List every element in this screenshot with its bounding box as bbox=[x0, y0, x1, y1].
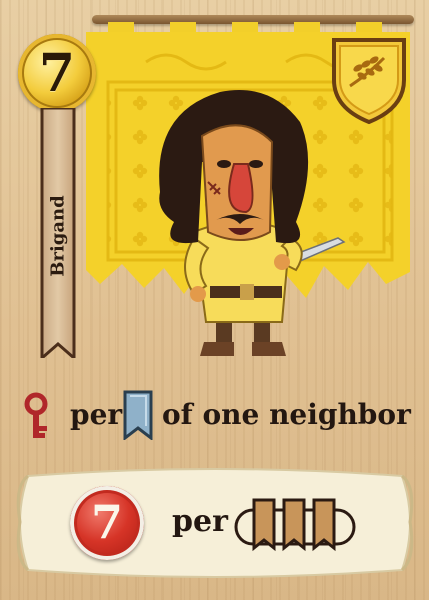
cost-value: 7 bbox=[38, 43, 76, 104]
three-brown-cards-icon bbox=[234, 498, 356, 552]
reward-per-text: per bbox=[172, 504, 228, 539]
red-seal-token-icon: 7 bbox=[70, 486, 144, 560]
gold-coin-icon: 7 bbox=[18, 34, 96, 112]
per-text: per bbox=[70, 398, 123, 431]
ability-row: per of one neighbor bbox=[22, 386, 422, 442]
brigand-character-illustration bbox=[159, 90, 346, 356]
character-card[interactable]: 7 Brigand per of one neighbor 7 per bbox=[0, 0, 429, 600]
card-name-text: Brigand bbox=[47, 195, 69, 277]
card-name: Brigand bbox=[38, 108, 78, 358]
of-one-neighbor-text: of one neighbor bbox=[162, 398, 411, 431]
key-icon bbox=[24, 392, 48, 438]
blue-banner-icon bbox=[123, 390, 153, 440]
reward-value: 7 bbox=[90, 495, 123, 549]
